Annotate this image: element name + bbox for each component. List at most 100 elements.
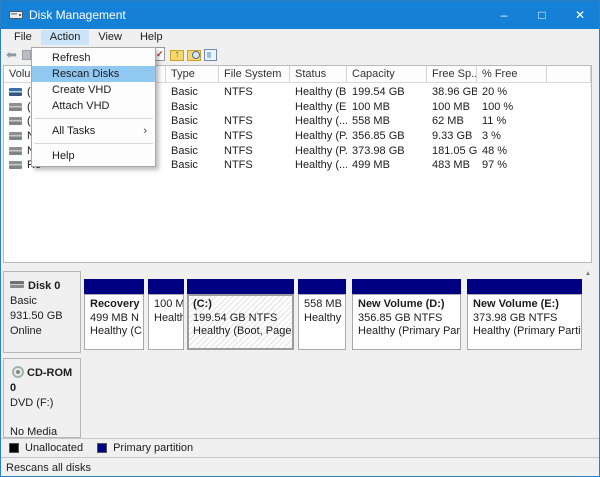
scroll-up-icon[interactable]: ▲ [583, 269, 593, 277]
volume-capacity: 100 MB [347, 101, 427, 113]
cdrom-drive: DVD (F:) [10, 396, 80, 411]
partition-c[interactable]: (C:) 199.54 GB NTFS Healthy (Boot, Page … [187, 294, 294, 350]
volume-fs: NTFS [219, 130, 290, 142]
volume-status: Healthy (E... [290, 101, 347, 113]
menu-item-attach-vhd[interactable]: Attach VHD [32, 98, 155, 114]
graphical-view-scrollbar[interactable]: ▲ [583, 269, 593, 438]
menu-file[interactable]: File [5, 30, 41, 45]
partition-e[interactable]: New Volume (E:) 373.98 GB NTFS Healthy (… [467, 294, 582, 350]
menu-bar: File Action View Help [1, 29, 599, 46]
volume-pct-free: 3 % [477, 130, 547, 142]
disk-management-window: Disk Management – □ ✕ File Action View H… [0, 0, 600, 477]
volume-capacity: 558 MB [347, 115, 427, 127]
column-header-free-space[interactable]: Free Sp... [427, 66, 477, 82]
volume-free: 38.96 GB [427, 86, 477, 98]
unallocated-label: Unallocated [25, 442, 83, 454]
menu-separator [34, 143, 153, 144]
volume-capacity: 499 MB [347, 159, 427, 171]
column-header-file-system[interactable]: File System [219, 66, 290, 82]
properties-icon[interactable] [204, 49, 217, 61]
disk-management-app-icon [9, 9, 23, 21]
volume-icon [9, 117, 22, 125]
volume-icon [9, 132, 22, 140]
volume-free: 181.05 GB [427, 145, 477, 157]
volume-status: Healthy (P... [290, 145, 347, 157]
partition-bar-d [352, 279, 461, 294]
volume-status: Healthy (P... [290, 130, 347, 142]
volume-icon [9, 161, 22, 169]
partition-bar-c [187, 279, 294, 294]
minimize-button[interactable]: – [485, 1, 523, 29]
menu-help[interactable]: Help [131, 30, 172, 45]
volume-pct-free: 11 % [477, 115, 547, 127]
title-bar: Disk Management – □ ✕ [1, 1, 599, 29]
partition-recovery[interactable]: Recovery 499 MB N Healthy (C [84, 294, 144, 350]
partition-bar-recovery [84, 279, 144, 294]
column-header-capacity[interactable]: Capacity [347, 66, 427, 82]
partition-bar-558 [298, 279, 346, 294]
column-header-pct-free[interactable]: % Free [477, 66, 547, 82]
cdrom-panel[interactable]: CD-ROM 0 DVD (F:) No Media [3, 358, 81, 438]
volume-pct-free: 97 % [477, 159, 547, 171]
volume-fs: NTFS [219, 159, 290, 171]
volume-status: Healthy (B... [290, 86, 347, 98]
volume-pct-free: 20 % [477, 86, 547, 98]
volume-fs: NTFS [219, 86, 290, 98]
status-bar: Rescans all disks [1, 458, 599, 477]
submenu-arrow-icon: › [143, 123, 147, 139]
partition-d[interactable]: New Volume (D:) 356.85 GB NTFS Healthy (… [352, 294, 461, 350]
volume-capacity: 356.85 GB [347, 130, 427, 142]
window-title: Disk Management [29, 8, 126, 22]
volume-status: Healthy (... [290, 159, 347, 171]
action-menu: Refresh Rescan Disks Create VHD Attach V… [31, 47, 156, 167]
volume-status: Healthy (... [290, 115, 347, 127]
up-folder-icon[interactable] [170, 50, 184, 61]
menu-separator [34, 118, 153, 119]
disk0-status: Online [10, 324, 80, 339]
menu-item-rescan-disks[interactable]: Rescan Disks [32, 66, 155, 82]
volume-icon [9, 88, 22, 96]
menu-item-all-tasks[interactable]: All Tasks › [32, 123, 155, 139]
primary-partition-swatch [97, 443, 107, 453]
maximize-button[interactable]: □ [523, 1, 561, 29]
volume-free: 100 MB [427, 101, 477, 113]
volume-type: Basic [166, 159, 219, 171]
column-header-status[interactable]: Status [290, 66, 347, 82]
legend-bar: Unallocated Primary partition [1, 439, 599, 457]
menu-item-refresh[interactable]: Refresh [32, 50, 155, 66]
volume-type: Basic [166, 101, 219, 113]
partition-558mb[interactable]: 558 MB N Healthy (C [298, 294, 346, 350]
disk0-type: Basic [10, 294, 80, 309]
close-button[interactable]: ✕ [561, 1, 599, 29]
volume-free: 9.33 GB [427, 130, 477, 142]
volume-free: 62 MB [427, 115, 477, 127]
partition-efi[interactable]: 100 M Health [148, 294, 184, 350]
volume-capacity: 199.54 GB [347, 86, 427, 98]
volume-type: Basic [166, 145, 219, 157]
disk0-panel[interactable]: Disk 0 Basic 931.50 GB Online [3, 271, 81, 353]
menu-view[interactable]: View [89, 30, 131, 45]
volume-type: Basic [166, 86, 219, 98]
volume-type: Basic [166, 115, 219, 127]
volume-icon [9, 147, 22, 155]
console-tree-icon[interactable] [22, 50, 31, 60]
volume-icon [9, 103, 22, 111]
column-header-type[interactable]: Type [166, 66, 219, 82]
volume-free: 483 MB [427, 159, 477, 171]
volume-capacity: 373.98 GB [347, 145, 427, 157]
primary-partition-label: Primary partition [113, 442, 193, 454]
column-header-blank [547, 66, 591, 82]
menu-action[interactable]: Action [41, 30, 90, 45]
disk0-name: Disk 0 [28, 280, 60, 292]
volume-pct-free: 100 % [477, 101, 547, 113]
menu-item-create-vhd[interactable]: Create VHD [32, 82, 155, 98]
status-text: Rescans all disks [6, 462, 91, 474]
partition-bar-e [467, 279, 582, 294]
search-folder-icon[interactable] [187, 50, 201, 61]
volume-fs: NTFS [219, 115, 290, 127]
cd-icon [12, 366, 24, 378]
volume-type: Basic [166, 130, 219, 142]
menu-item-help[interactable]: Help [32, 148, 155, 164]
back-icon[interactable]: ⬅ [6, 48, 17, 61]
volume-fs: NTFS [219, 145, 290, 157]
